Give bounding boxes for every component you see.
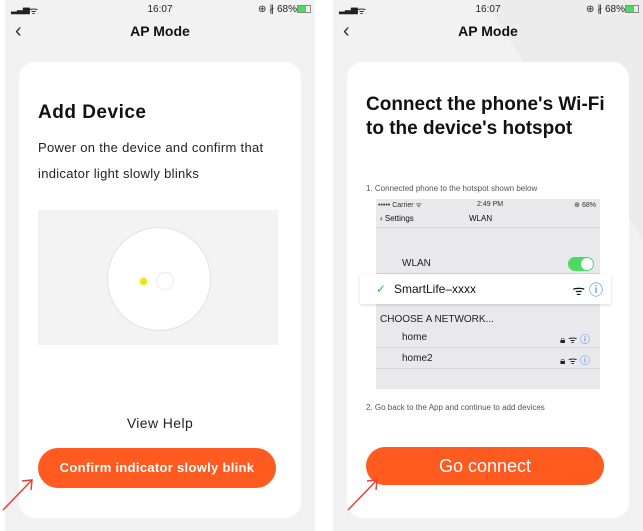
page-title: AP Mode: [130, 23, 190, 39]
lock-wifi-info-icon: 🔒︎ ᯤ ⓘ: [559, 356, 590, 367]
status-indicators: ⊕ ∦ 68%: [586, 4, 625, 15]
go-connect-button[interactable]: Go connect: [366, 447, 604, 485]
carrier-label: ••••• Carrier ᯤ: [378, 202, 422, 209]
arrow-pointer-icon: [2, 479, 33, 511]
checkmark-icon: ✓: [376, 282, 387, 296]
instruction-step-1: 1. Connected phone to the hotspot shown …: [366, 184, 538, 193]
network-name: home: [402, 332, 428, 343]
page-title: AP Mode: [458, 23, 518, 39]
network-row: home 🔒︎ ᯤ ⓘ: [376, 328, 600, 348]
phone-screen-add-device: ▂▃▅ ᯤ 16:07 ⊕ ∦ 68% ‹ AP Mode Add Device…: [5, 0, 315, 531]
wlan-toggle-row: WLAN: [376, 254, 600, 274]
view-help-link[interactable]: View Help: [19, 415, 301, 431]
battery-icon: [297, 5, 311, 13]
nav-bar: ‹ AP Mode: [333, 20, 643, 44]
connect-hotspot-card: Connect the phone's Wi-Fi to the device'…: [347, 62, 629, 518]
selected-network-row: ✓ SmartLife–xxxx ᯤ ⓘ: [360, 274, 611, 304]
illustration-battery: ⊕ 68%: [574, 202, 596, 209]
device-illustration: [38, 210, 278, 345]
status-bar: ▂▃▅ ᯤ 16:07 ⊕ ∦ 68%: [333, 0, 643, 20]
confirm-blink-button[interactable]: Confirm indicator slowly blink: [38, 448, 276, 488]
arrow-pointer-icon: [347, 479, 378, 511]
status-indicators: ⊕ ∦ 68%: [258, 4, 297, 15]
network-name: home2: [402, 353, 433, 364]
illustration-nav: ‹ Settings WLAN: [376, 210, 600, 228]
wlan-settings-illustration: ••••• Carrier ᯤ 2:49 PM ⊕ 68% ‹ Settings…: [360, 199, 611, 389]
instruction-step-2: 2. Go back to the App and continue to ad…: [366, 403, 545, 412]
device-button: [156, 272, 174, 290]
network-row: home2 🔒︎ ᯤ ⓘ: [376, 349, 600, 369]
wlan-label: WLAN: [402, 258, 431, 269]
selected-network-name: SmartLife–xxxx: [394, 282, 477, 296]
nav-bar: ‹ AP Mode: [5, 20, 315, 44]
phone-screen-connect-hotspot: ▂▃▅ ᯤ 16:07 ⊕ ∦ 68% ‹ AP Mode Connect th…: [333, 0, 643, 531]
card-title: Add Device: [38, 102, 147, 123]
indicator-light: [140, 278, 147, 285]
card-title: Connect the phone's Wi-Fi to the device'…: [366, 94, 605, 139]
lock-wifi-info-icon: 🔒︎ ᯤ ⓘ: [559, 335, 590, 346]
add-device-card: Add Device Power on the device and confi…: [19, 62, 301, 518]
illustration-time: 2:49 PM: [477, 201, 504, 208]
wifi-info-icon: ᯤ ⓘ: [572, 282, 603, 298]
illustration-title: WLAN: [469, 214, 493, 223]
battery-icon: [625, 5, 639, 13]
settings-back-link: ‹ Settings: [380, 214, 414, 223]
choose-network-header: CHOOSE A NETWORK...: [380, 314, 494, 325]
illustration-status-bar: ••••• Carrier ᯤ 2:49 PM ⊕ 68%: [376, 199, 600, 210]
status-bar: ▂▃▅ ᯤ 16:07 ⊕ ∦ 68%: [5, 0, 315, 20]
wlan-toggle: [568, 257, 594, 271]
device-body: [107, 227, 211, 331]
card-description: Power on the device and confirm that ind…: [38, 140, 264, 181]
